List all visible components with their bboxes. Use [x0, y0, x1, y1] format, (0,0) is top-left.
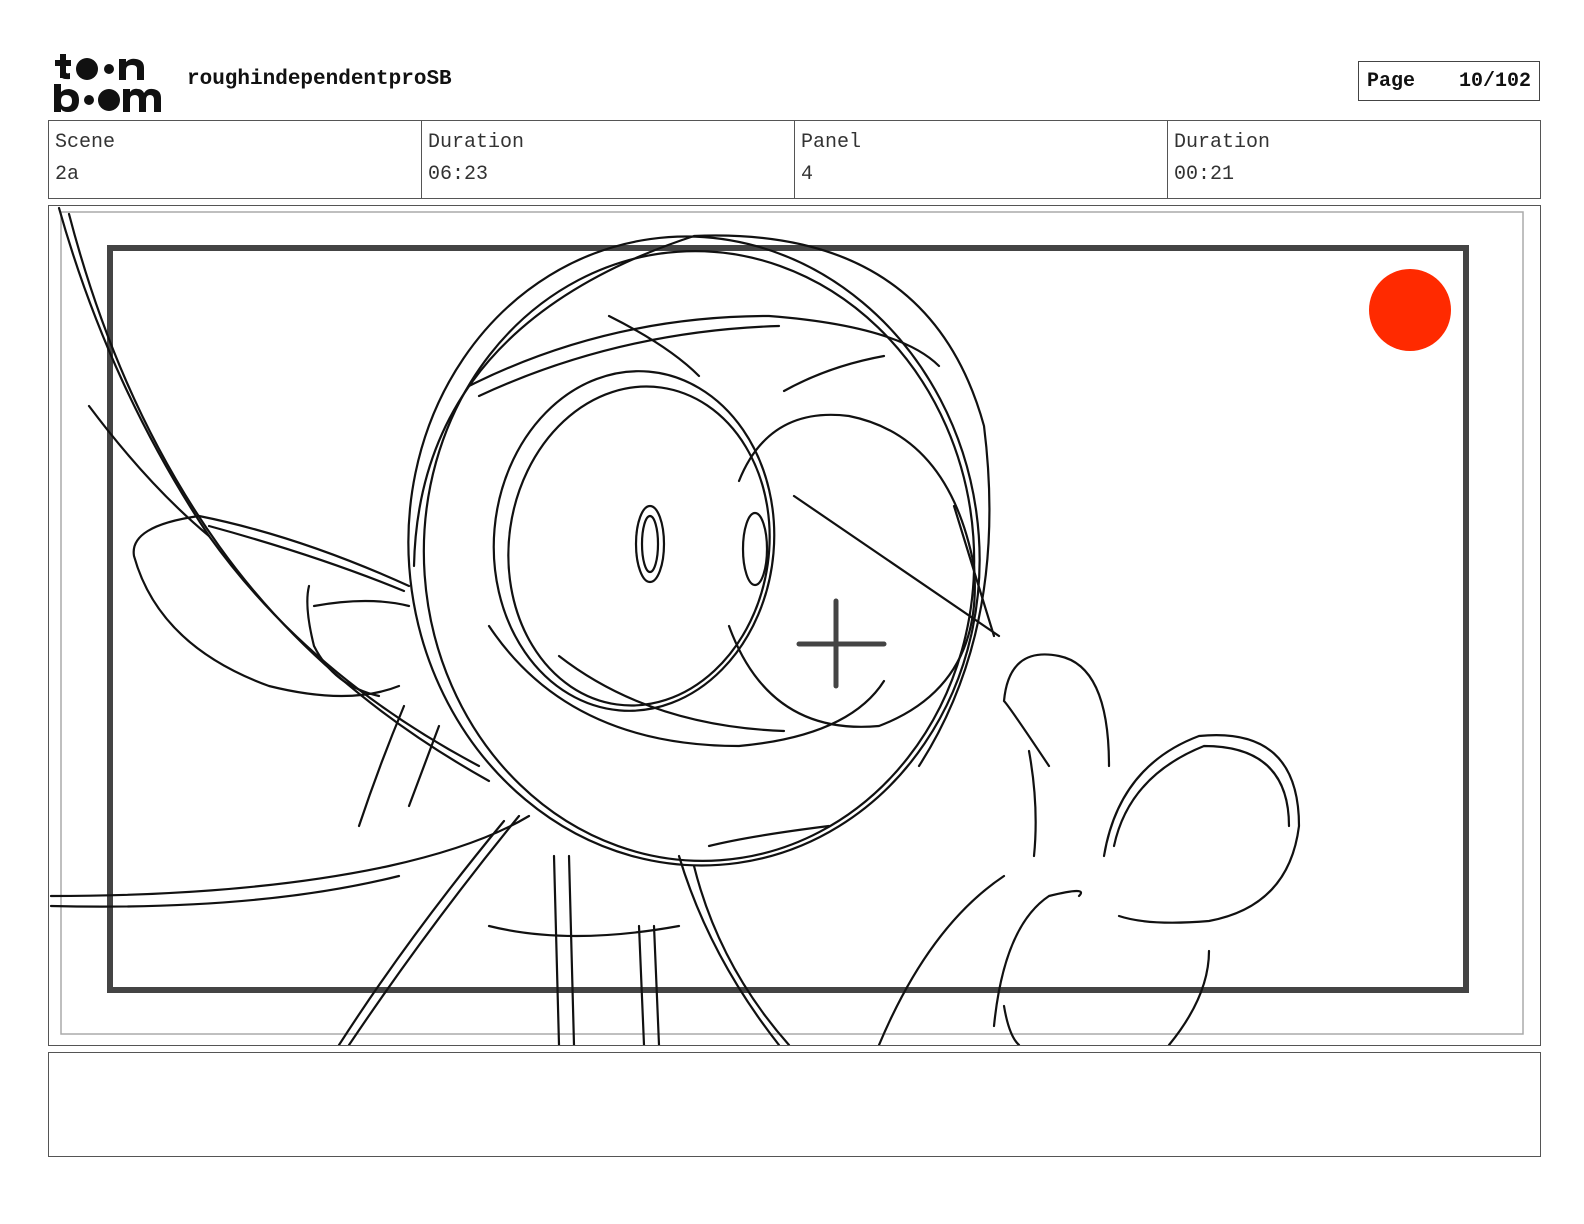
panel-notes[interactable] — [48, 1052, 1541, 1157]
scene-value: 2a — [55, 163, 80, 186]
panel-duration-cell: Duration 00:21 — [1168, 121, 1540, 198]
scene-duration-label: Duration — [428, 131, 525, 154]
panel-cell: Panel 4 — [795, 121, 1168, 198]
toon-boom-logo — [54, 54, 161, 112]
red-marker-dot — [1369, 269, 1451, 351]
panel-duration-value: 00:21 — [1174, 163, 1235, 186]
character-sketch — [49, 206, 1301, 1045]
page-number: 10/102 — [1458, 69, 1531, 93]
safe-frame — [60, 211, 1524, 1035]
scene-duration-value: 06:23 — [428, 163, 489, 186]
scene-duration-cell: Duration 06:23 — [422, 121, 795, 198]
scene-cell: Scene 2a — [49, 121, 422, 198]
panel-duration-label: Duration — [1174, 131, 1271, 154]
storyboard-panel — [48, 205, 1541, 1046]
panel-label: Panel — [801, 131, 862, 154]
page-label: Page — [1367, 69, 1416, 93]
panel-drawing — [49, 206, 1524, 1045]
page-indicator: Page 10/102 — [1358, 61, 1540, 101]
scene-info-table: Scene 2a Duration 06:23 Panel 4 Duration… — [48, 120, 1541, 199]
project-title: roughindependentproSB — [187, 68, 452, 91]
scene-label: Scene — [55, 131, 116, 154]
panel-value: 4 — [801, 163, 814, 186]
